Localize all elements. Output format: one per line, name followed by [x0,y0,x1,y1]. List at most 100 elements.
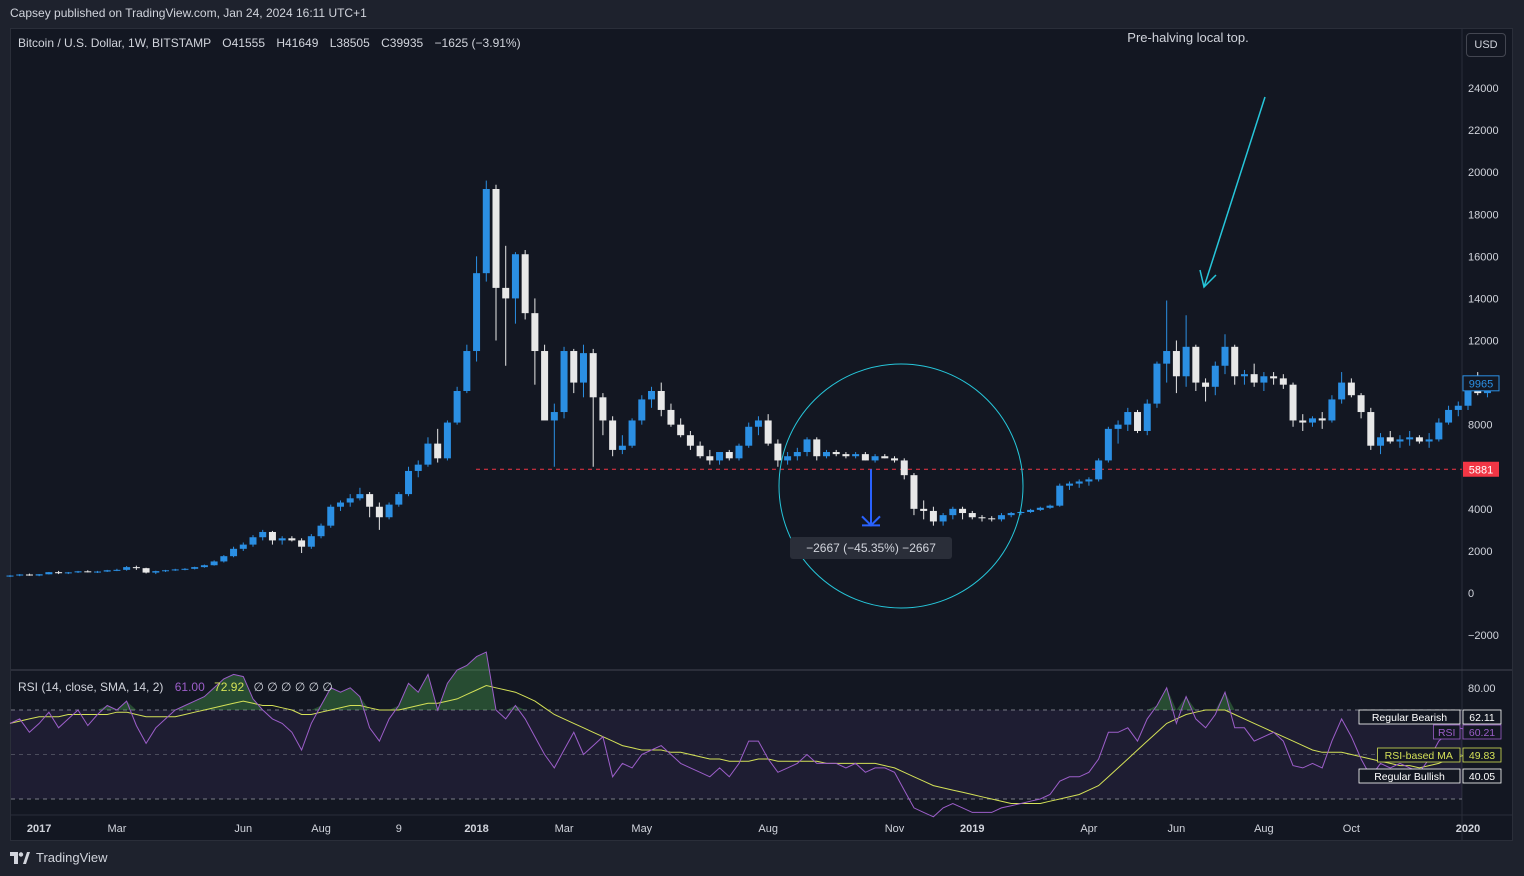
candle-body [327,506,335,526]
ohlc-close: C39935 [381,36,423,50]
candle-body [871,456,879,461]
candle-body [463,351,471,391]
candle-body [200,565,208,568]
time-axis: 2017 Mar Jun Aug 9 2018 Mar May Aug Nov 2019 Apr Jun… [27,823,1480,835]
candle-body [968,513,976,518]
candle-body [1114,424,1122,429]
rsi-legend[interactable]: RSI (14, close, SMA, 14, 2) 61.00 72.92 … [18,680,333,694]
candle-body [1386,437,1394,442]
time-tick-label: Apr [1080,823,1097,835]
time-tick-label: 2017 [27,823,51,835]
candle-body [638,399,646,421]
candle-body [1231,346,1239,377]
candle-body [405,470,413,495]
candle-body [1377,437,1385,446]
price-tick-label: 20000 [1468,167,1499,179]
candle-body [784,456,792,461]
candle-body [745,426,753,446]
candle-body [1396,439,1404,442]
annotation-note: Pre-halving local top. [1127,30,1248,45]
candle-body [45,572,53,575]
candle-body [1299,420,1307,423]
candle-body [220,556,228,562]
price-chart[interactable]: 2400022000200001800016000140001200080004… [0,0,1524,876]
candle-body [278,538,286,541]
candle-body [560,351,568,413]
tradingview-logo-icon [10,851,30,864]
rsi-label-name: Regular Bearish [1372,712,1447,724]
time-tick-label: Aug [758,823,778,835]
candle-body [366,494,374,507]
candle-body [74,571,82,573]
candle-body [589,353,597,398]
rsi-axis-top: 80.00 [1468,683,1496,695]
candle-body [336,502,344,507]
candle-body [832,452,840,455]
price-tick-label: 0 [1468,588,1474,600]
candle-body [618,445,626,450]
candle-body [307,536,315,547]
candle-body [677,424,685,436]
candle-body [181,568,189,570]
price-tick-label: 8000 [1468,420,1492,432]
candle-body [298,540,306,547]
candle-body [1065,483,1073,486]
candle-body [434,443,442,459]
candle-body [1328,399,1336,421]
candle-body [268,531,276,541]
candle-body [64,572,72,574]
price-tick-label: 14000 [1468,293,1499,305]
candle-body [142,568,150,573]
candle-body [395,494,403,505]
annotation-arrow[interactable] [1203,96,1266,288]
candle-body [1124,412,1132,425]
candle-body [6,575,14,577]
price-tick-label: 2000 [1468,546,1492,558]
symbol-name: Bitcoin / U.S. Dollar, 1W, BITSTAMP [18,36,211,50]
candle-body [1085,479,1093,482]
candle-body [939,515,947,522]
ohlc-low: L38505 [330,36,370,50]
candle-body [920,508,928,511]
candle-body [686,435,694,446]
candle-body [317,525,325,537]
time-tick-label: 2020 [1456,823,1480,835]
candle-body [754,420,762,427]
candle-body [1279,378,1287,385]
candle-body [492,189,500,288]
symbol-legend[interactable]: Bitcoin / U.S. Dollar, 1W, BITSTAMP O415… [18,36,521,50]
rsi-label-value: 40.05 [1469,771,1495,783]
candle-body [949,508,957,516]
candle-body [570,351,578,383]
candle-body [1172,351,1180,377]
candle-body [1182,346,1190,377]
candle-body [25,574,33,576]
candle-body [1221,346,1229,366]
candle-body [900,460,908,476]
currency-button[interactable]: USD [1466,33,1506,57]
highlight-circle[interactable] [778,363,1024,609]
candle-body [764,420,772,444]
rsi-title: RSI (14, close, SMA, 14, 2) [18,680,163,694]
candle-body [842,454,850,457]
candle-body [1338,382,1346,400]
candle-body [152,571,160,573]
rsi-label-name: RSI [1438,727,1456,739]
footer-brand: TradingView [36,850,108,865]
candle-body [1036,507,1044,510]
candle-body [521,254,529,314]
rsi-ma-value: 72.92 [214,680,244,694]
candle-body [1046,505,1054,508]
time-tick-label: Jun [234,823,252,835]
time-tick-label: Nov [885,823,905,835]
candle-body [1415,437,1423,442]
candle-body [579,353,587,383]
candle-body [735,445,743,459]
time-tick-label: Mar [107,823,126,835]
candle-body [609,420,617,450]
candle-body [1367,412,1375,446]
rsi-label-name: RSI-based MA [1385,750,1453,762]
candle-body [803,439,811,453]
candle-body [424,443,432,465]
candle-body [35,574,43,576]
